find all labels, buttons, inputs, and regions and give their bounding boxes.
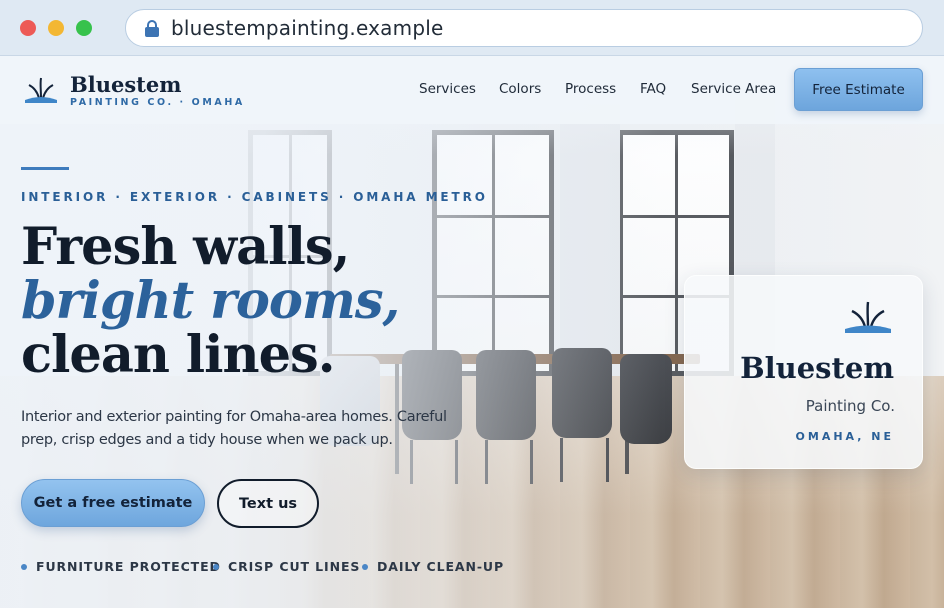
nav-link-colors[interactable]: Colors: [499, 81, 541, 97]
brand-card: Bluestem Painting Co. OMAHA, NE: [684, 275, 923, 469]
nav-link-faq[interactable]: FAQ: [640, 81, 666, 97]
nav-link-service-area[interactable]: Service Area: [691, 81, 776, 97]
bullet-dot-icon: [213, 563, 219, 570]
headline-line-3: clean lines.: [21, 325, 336, 385]
feature-item: FURNITURE PROTECTED: [21, 559, 221, 574]
accent-divider: [21, 167, 69, 170]
bullet-dot-icon: [21, 563, 27, 570]
hero-headline: Fresh walls, bright rooms, clean lines.: [21, 217, 400, 385]
hero-description: Interior and exterior painting for Omaha…: [21, 409, 447, 448]
url-text: bluestempainting.example: [171, 16, 444, 40]
brand-name[interactable]: Bluestem: [70, 72, 181, 97]
feature-label: DAILY CLEAN-UP: [377, 559, 505, 574]
feature-label: FURNITURE PROTECTED: [36, 559, 221, 574]
address-bar[interactable]: bluestempainting.example: [125, 9, 923, 47]
headline-line-1: Fresh walls,: [21, 217, 350, 277]
nav-link-services[interactable]: Services: [419, 81, 476, 97]
card-subtitle: Painting Co.: [805, 397, 895, 415]
window-close-button[interactable]: [20, 20, 36, 36]
browser-toolbar: bluestempainting.example: [0, 0, 944, 56]
bluestem-grass-logo-icon: [845, 301, 891, 333]
nav-link-process[interactable]: Process: [565, 81, 616, 97]
hero-eyebrow: INTERIOR · EXTERIOR · CABINETS · OMAHA M…: [21, 190, 488, 204]
headline-line-2: bright rooms,: [21, 271, 400, 331]
feature-item: DAILY CLEAN-UP: [362, 559, 504, 574]
window-maximize-button[interactable]: [76, 20, 92, 36]
text-us-button[interactable]: Text us: [217, 479, 319, 528]
free-estimate-button[interactable]: Free Estimate: [794, 68, 923, 111]
get-free-estimate-button[interactable]: Get a free estimate: [21, 479, 205, 527]
feature-label: CRISP CUT LINES: [228, 559, 361, 574]
bluestem-grass-logo-icon[interactable]: [23, 76, 59, 104]
window-minimize-button[interactable]: [48, 20, 64, 36]
site-header: Bluestem PAINTING CO. · OMAHA Services C…: [0, 56, 944, 124]
card-location: OMAHA, NE: [795, 430, 894, 443]
lock-icon: [145, 20, 159, 37]
card-brand-name: Bluestem: [740, 351, 894, 385]
feature-item: CRISP CUT LINES: [213, 559, 360, 574]
brand-tagline: PAINTING CO. · OMAHA: [70, 97, 245, 108]
bullet-dot-icon: [362, 563, 368, 570]
